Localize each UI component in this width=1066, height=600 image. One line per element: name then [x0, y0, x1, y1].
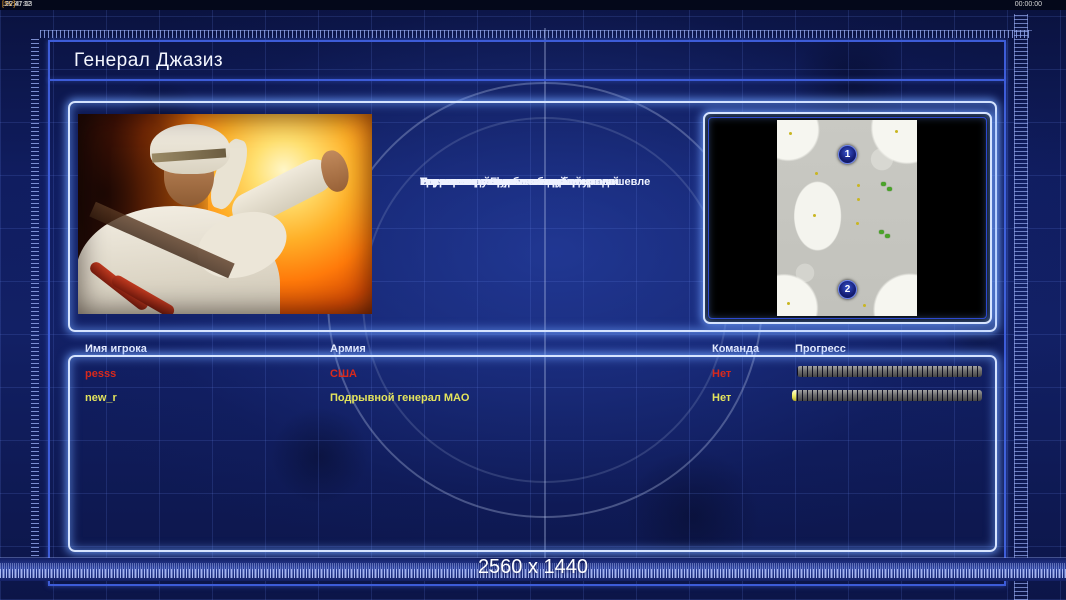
- map-dot-yellow: [895, 130, 898, 133]
- player-progress-bar: [797, 366, 982, 377]
- map-dot-green: [879, 230, 884, 234]
- map-dot-yellow: [856, 222, 859, 225]
- player-army: США: [330, 368, 357, 380]
- map-dot-yellow: [789, 132, 792, 135]
- player-name: new_r: [85, 392, 117, 404]
- column-header-progress: Прогресс: [795, 343, 846, 355]
- map-dot-yellow: [857, 198, 860, 201]
- column-header-army: Армия: [330, 343, 366, 355]
- debug-status-bar: UK 30 32 [SV] 22:47:03 00:00:00: [0, 0, 1066, 10]
- player-list-panel: [68, 355, 997, 552]
- map-dot-yellow: [813, 214, 816, 217]
- minimap-image: 1 2: [777, 120, 917, 316]
- map-start-marker-1: 1: [838, 145, 857, 164]
- map-dot-green: [887, 187, 892, 191]
- ruler-top: [40, 30, 1032, 38]
- progress-bar-fill: [792, 390, 796, 401]
- map-dot-green: [885, 234, 890, 238]
- game-timer: 00:00:00: [1014, 1, 1042, 8]
- map-dot-yellow: [857, 184, 860, 187]
- player-name: pesss: [85, 368, 117, 380]
- map-dot-yellow: [815, 172, 818, 175]
- portrait-vignette: [78, 114, 372, 314]
- map-start-marker-2: 2: [838, 280, 857, 299]
- title-underline: [48, 79, 1006, 81]
- player-army: Подрывной генерал МАО: [330, 392, 470, 404]
- map-dot-yellow: [863, 304, 866, 307]
- general-portrait-image: [78, 114, 372, 314]
- player-progress-bar: [792, 390, 982, 401]
- map-dot-green: [881, 182, 886, 186]
- map-dot-yellow: [787, 302, 790, 305]
- column-header-team: Команда: [712, 343, 760, 355]
- page-title: Генерал Джазиз: [74, 50, 224, 71]
- resolution-label: 2560 x 1440: [477, 556, 589, 578]
- debug-clock: 22:47:03: [5, 1, 33, 8]
- ruler-right: [1014, 14, 1028, 600]
- loading-screen: Генерал Джазиз Улучшенный фугас Улучшени…: [0, 0, 1066, 600]
- column-header-player-name: Имя игрока: [85, 343, 147, 355]
- ruler-left: [31, 38, 39, 560]
- minimap-panel: 1 2: [703, 112, 992, 324]
- player-team: Нет: [712, 368, 732, 380]
- trait-line: Грузовики со взрывчаткой стоят дешевле: [420, 176, 651, 188]
- player-team: Нет: [712, 392, 732, 404]
